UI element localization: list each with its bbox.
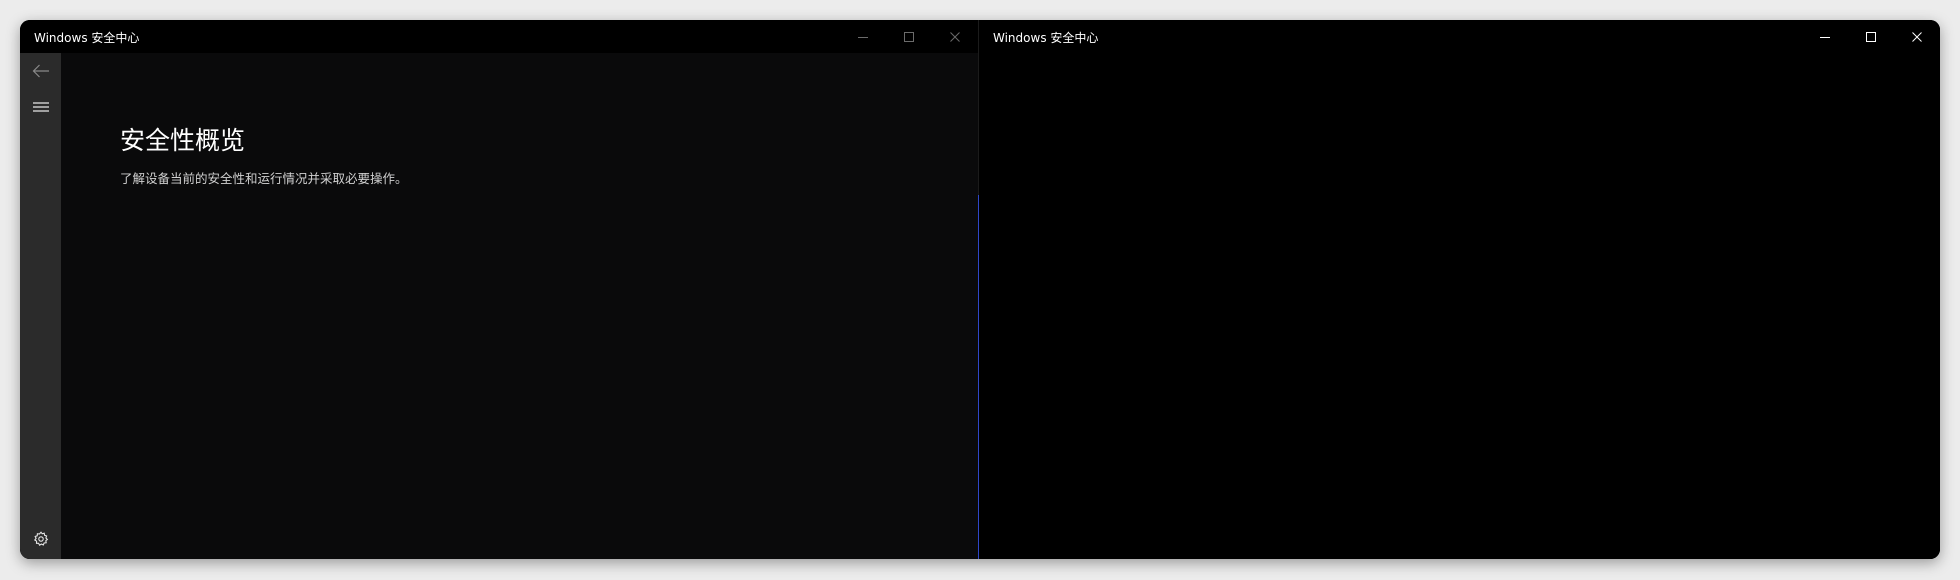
window-title: Windows 安全中心 — [34, 31, 140, 45]
window-title: Windows 安全中心 — [993, 31, 1099, 45]
main-content-empty — [979, 53, 1940, 559]
settings-button[interactable] — [20, 521, 61, 557]
navigation-rail — [20, 53, 61, 559]
snapped-windows: Windows 安全中心 安全性概览 了解设备当前的安全性和运行情况并采取必要操… — [20, 20, 1940, 559]
minimize-icon — [1820, 36, 1830, 38]
title-bar[interactable]: Windows 安全中心 — [20, 20, 978, 53]
page-subtitle: 了解设备当前的安全性和运行情况并采取必要操作。 — [120, 171, 408, 186]
minimize-button[interactable] — [840, 20, 886, 53]
close-icon — [1912, 31, 1922, 42]
window-security-center-right: Windows 安全中心 — [979, 20, 1940, 559]
close-button[interactable] — [1894, 20, 1940, 53]
title-bar[interactable]: Windows 安全中心 — [979, 20, 1940, 53]
close-button[interactable] — [932, 20, 978, 53]
minimize-button[interactable] — [1802, 20, 1848, 53]
gear-icon — [33, 531, 48, 546]
maximize-button[interactable] — [886, 20, 932, 53]
page-title: 安全性概览 — [120, 126, 246, 155]
main-content: 安全性概览 了解设备当前的安全性和运行情况并采取必要操作。 — [61, 53, 978, 559]
window-security-center-left: Windows 安全中心 安全性概览 了解设备当前的安全性和运行情况并采取必要操… — [20, 20, 978, 559]
maximize-icon — [1866, 31, 1876, 42]
maximize-icon — [904, 31, 914, 42]
hamburger-menu-icon — [32, 102, 49, 112]
menu-button[interactable] — [20, 89, 61, 125]
minimize-icon — [858, 36, 868, 38]
close-icon — [950, 31, 960, 42]
back-arrow-icon — [32, 64, 49, 78]
maximize-button[interactable] — [1848, 20, 1894, 53]
back-button[interactable] — [20, 53, 61, 89]
desktop: Windows 安全中心 安全性概览 了解设备当前的安全性和运行情况并采取必要操… — [0, 0, 1960, 580]
